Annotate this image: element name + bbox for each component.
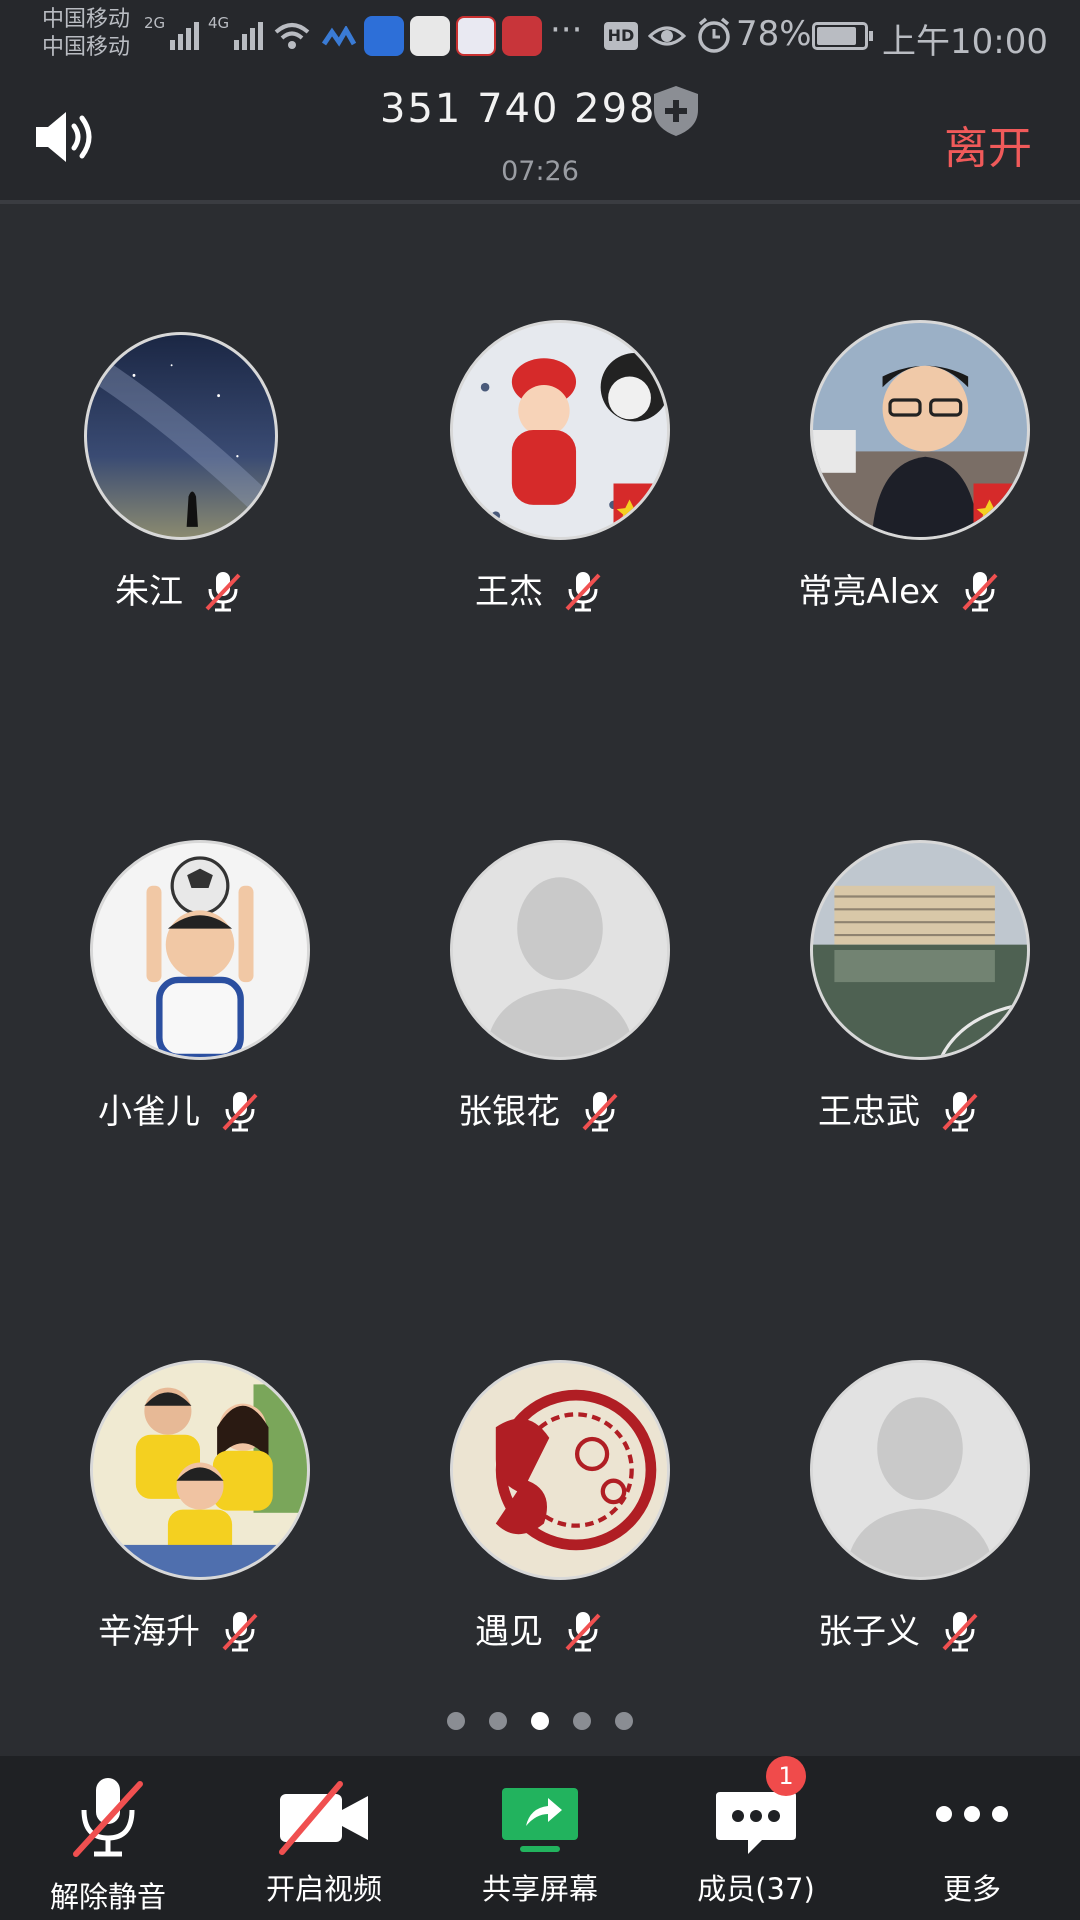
more-button[interactable]: 更多 xyxy=(864,1756,1080,1920)
more-dots-icon xyxy=(936,1806,1008,1822)
avatar xyxy=(810,1360,1030,1580)
mic-muted-icon xyxy=(962,571,998,611)
mic-muted-icon xyxy=(222,1091,258,1131)
members-label: 成员(37) xyxy=(697,1872,815,1906)
default-avatar-icon xyxy=(813,1363,1027,1577)
participant-name-row: 朱江 xyxy=(0,564,360,613)
carrier-labels: 中国移动 中国移动 xyxy=(42,6,130,62)
participant-tile[interactable]: 王杰 xyxy=(360,320,720,640)
meeting-header: 351 740 298 07:26 离开 xyxy=(0,72,1080,204)
app-icon-baidu xyxy=(456,16,496,56)
page-dot[interactable] xyxy=(447,1712,465,1730)
participant-name-row: 张子义 xyxy=(720,1604,1080,1653)
page-dot[interactable] xyxy=(489,1712,507,1730)
avatar xyxy=(450,840,670,1060)
app-icon-shield xyxy=(364,16,404,56)
mic-muted-icon xyxy=(942,1611,978,1651)
battery-percent: 78% xyxy=(736,14,812,54)
participant-name: 张子义 xyxy=(818,1612,920,1652)
participant-grid: 朱江 王杰 常亮Alex 小雀儿 张银花 王忠武 辛海升 遇见 张子义 xyxy=(0,208,1080,1748)
app-icon-browser xyxy=(410,16,450,56)
share-screen-icon xyxy=(502,1788,578,1852)
more-notifications-icon: ··· xyxy=(550,10,583,50)
security-shield-icon[interactable] xyxy=(652,84,700,138)
battery-icon xyxy=(812,22,873,50)
leave-button[interactable]: 离开 xyxy=(944,112,1032,176)
participant-name-row: 常亮Alex xyxy=(720,564,1080,613)
participant-name-row: 辛海升 xyxy=(0,1604,360,1653)
carrier-2: 中国移动 xyxy=(42,35,131,60)
participant-name: 张银花 xyxy=(458,1092,560,1132)
carrier-1: 中国移动 xyxy=(42,7,131,32)
signal-1-label: 2G xyxy=(144,14,166,32)
alarm-icon xyxy=(698,17,730,53)
default-avatar-icon xyxy=(453,843,667,1057)
participant-name: 小雀儿 xyxy=(98,1092,200,1132)
app-icon-wave xyxy=(322,26,356,47)
mic-muted-icon xyxy=(222,1611,258,1651)
page-dot[interactable] xyxy=(573,1712,591,1730)
participant-name-row: 小雀儿 xyxy=(0,1084,360,1133)
participant-name: 辛海升 xyxy=(98,1612,200,1652)
participant-name: 遇见 xyxy=(475,1612,543,1652)
unread-badge: 1 xyxy=(766,1756,806,1796)
meeting-duration: 07:26 xyxy=(501,156,579,187)
signal-icon-1: 2G xyxy=(144,14,200,50)
participant-tile[interactable]: 常亮Alex xyxy=(720,320,1080,640)
avatar xyxy=(450,320,670,540)
participant-name-row: 王忠武 xyxy=(720,1084,1080,1133)
participant-tile[interactable]: 朱江 xyxy=(0,320,360,640)
share-screen-button[interactable]: 共享屏幕 xyxy=(432,1756,648,1920)
unmute-button[interactable]: 解除静音 xyxy=(0,1756,216,1920)
page-indicator xyxy=(0,1712,1080,1730)
participant-name-row: 遇见 xyxy=(360,1604,720,1653)
video-off-icon xyxy=(279,1781,368,1855)
mic-muted-icon xyxy=(565,571,601,611)
meeting-id: 351 740 298 xyxy=(380,86,657,132)
participant-name: 常亮Alex xyxy=(798,572,940,612)
hd-icon: HD xyxy=(604,22,638,50)
participant-tile[interactable]: 遇见 xyxy=(360,1360,720,1680)
participant-name: 王杰 xyxy=(475,572,543,612)
participant-tile[interactable]: 辛海升 xyxy=(0,1360,360,1680)
start-video-button[interactable]: 开启视频 xyxy=(216,1756,432,1920)
signal-2-label: 4G xyxy=(208,14,230,32)
mic-muted-icon xyxy=(582,1091,618,1131)
avatar xyxy=(810,320,1030,540)
participant-name: 朱江 xyxy=(115,572,183,612)
participant-tile[interactable]: 王忠武 xyxy=(720,840,1080,1160)
status-bar: 中国移动 中国移动 2G 4G ··· HD 78% 上午10:00 xyxy=(0,0,1080,72)
page-dot[interactable] xyxy=(615,1712,633,1730)
avatar xyxy=(90,840,310,1060)
avatar xyxy=(810,840,1030,1060)
unmute-label: 解除静音 xyxy=(49,1880,166,1914)
participant-name-row: 王杰 xyxy=(360,564,720,613)
app-icon-shopping xyxy=(502,16,542,56)
start-video-label: 开启视频 xyxy=(265,1872,382,1906)
participant-name-row: 张银花 xyxy=(360,1084,720,1133)
meeting-toolbar: 解除静音 开启视频 共享屏幕 1 成员(37) 更多 xyxy=(0,1756,1080,1920)
participant-tile[interactable]: 张子义 xyxy=(720,1360,1080,1680)
eye-icon xyxy=(648,26,686,46)
share-screen-label: 共享屏幕 xyxy=(481,1872,598,1906)
more-label: 更多 xyxy=(942,1872,1001,1906)
page-dot-active[interactable] xyxy=(531,1712,549,1730)
avatar xyxy=(90,1360,310,1580)
avatar xyxy=(450,1360,670,1580)
mic-muted-icon xyxy=(73,1778,143,1857)
clock: 上午10:00 xyxy=(882,22,1048,62)
wifi-icon xyxy=(274,23,310,49)
mic-muted-icon xyxy=(565,1611,601,1651)
signal-icon-2: 4G xyxy=(208,14,264,50)
participant-tile[interactable]: 张银花 xyxy=(360,840,720,1160)
participant-tile[interactable]: 小雀儿 xyxy=(0,840,360,1160)
avatar xyxy=(84,332,278,540)
mic-muted-icon xyxy=(205,571,241,611)
participant-name: 王忠武 xyxy=(818,1092,920,1132)
members-button[interactable]: 1 成员(37) xyxy=(648,1756,864,1920)
mic-muted-icon xyxy=(942,1091,978,1131)
